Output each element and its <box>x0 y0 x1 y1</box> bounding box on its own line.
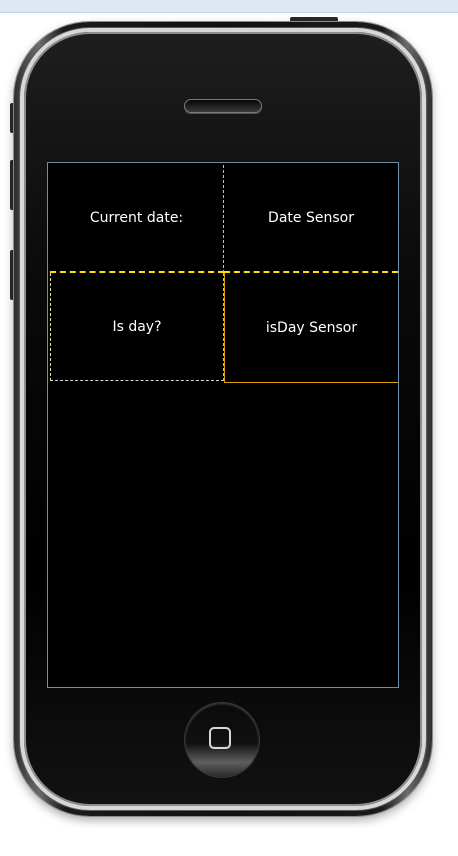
isday-sensor-label: isDay Sensor <box>265 319 358 336</box>
isday-sensor-cell[interactable]: isDay Sensor <box>224 273 398 383</box>
phone-screen: Current date: Date Sensor Is day? isDay … <box>47 162 399 688</box>
current-date-label: Current date: <box>89 210 184 226</box>
home-square-icon <box>209 727 231 749</box>
current-date-label-cell[interactable]: Current date: <box>50 165 224 273</box>
home-button[interactable] <box>185 703 259 777</box>
date-sensor-cell[interactable]: Date Sensor <box>224 165 398 273</box>
is-day-label-cell[interactable]: Is day? <box>50 273 224 381</box>
is-day-label: Is day? <box>112 318 162 335</box>
window-top-bar <box>0 0 458 13</box>
speaker-icon <box>184 99 262 113</box>
date-sensor-label: Date Sensor <box>268 210 354 226</box>
